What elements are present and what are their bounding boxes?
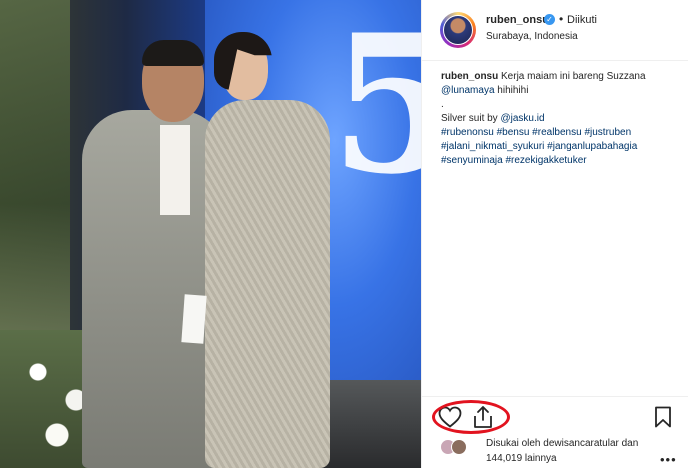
mention-link[interactable]: @lunamaya <box>441 85 495 96</box>
username-link[interactable]: ruben_onsu <box>486 14 549 26</box>
caption-line-2: @lunamaya hihihihi <box>441 84 681 98</box>
bookmark-icon[interactable] <box>654 406 672 428</box>
host-cue-card <box>181 294 207 344</box>
likes-text[interactable]: Disukai oleh dewisancaratular dan 144,01… <box>486 436 686 466</box>
avatar-image <box>443 15 473 45</box>
post-photo[interactable]: 5 <box>0 0 421 468</box>
highlight-circle <box>432 400 510 434</box>
caption-text: Kerja maiam ini bareng Suzzana <box>501 71 646 82</box>
man-shirt <box>160 125 190 215</box>
suit-credit-mention-link[interactable]: @jasku.id <box>500 113 544 124</box>
post-header: ruben_onsu ✓ • Diikuti Surabaya, Indones… <box>422 0 688 61</box>
follow-status-button[interactable]: Diikuti <box>567 14 597 26</box>
likes-line-1: Disukai oleh dewisancaratular dan <box>486 438 639 449</box>
avatar[interactable] <box>440 12 476 48</box>
caption-line-credit: Silver suit by @jasku.id <box>441 112 681 126</box>
screen-number: 5 <box>330 0 421 216</box>
action-bar <box>422 396 688 437</box>
more-options-icon[interactable]: ••• <box>660 452 677 467</box>
greenery-backdrop <box>0 0 70 340</box>
woman-in-beaded-gown <box>205 100 330 468</box>
hashtags-line-1[interactable]: #rubenonsu #bensu #realbensu #justruben <box>441 126 681 140</box>
caption-dot: . <box>441 99 444 110</box>
post-caption: ruben_onsu Kerja maiam ini bareng Suzzan… <box>441 70 681 168</box>
hashtags-line-3[interactable]: #senyuminaja #rezekigakketuker <box>441 154 681 168</box>
caption-line-1: ruben_onsu Kerja maiam ini bareng Suzzan… <box>441 70 681 84</box>
caption-author-link[interactable]: ruben_onsu <box>441 71 498 82</box>
liker-avatar[interactable] <box>451 439 467 455</box>
hashtags-line-2[interactable]: #jalani_nikmati_syukuri #janganlupabahag… <box>441 140 681 154</box>
suit-credit-text: Silver suit by <box>441 113 498 124</box>
location-link[interactable]: Surabaya, Indonesia <box>486 31 578 42</box>
likes-line-2: 144,019 lainnya <box>486 453 557 464</box>
likes-summary: Disukai oleh dewisancaratular dan 144,01… <box>422 436 688 468</box>
separator-dot: • <box>559 12 564 26</box>
man-hair <box>142 40 204 66</box>
post-side-panel: ruben_onsu ✓ • Diikuti Surabaya, Indones… <box>421 0 688 468</box>
verified-badge-icon: ✓ <box>544 14 555 25</box>
caption-laugh: hihihihi <box>497 85 529 96</box>
